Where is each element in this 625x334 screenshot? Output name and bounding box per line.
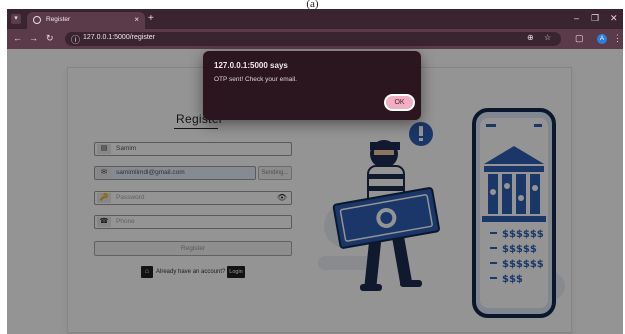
dialog-message: OTP sent! Check your email. xyxy=(214,76,297,83)
alert-dialog: 127.0.0.1:5000 says OTP sent! Check your… xyxy=(203,51,421,120)
globe-icon xyxy=(33,16,41,24)
zoom-icon[interactable]: ⊕ xyxy=(527,33,534,42)
dialog-title: 127.0.0.1:5000 says xyxy=(214,61,288,70)
tab-close-icon[interactable]: × xyxy=(134,15,139,24)
new-tab-button[interactable]: + xyxy=(148,13,154,24)
address-toolbar: ← → ↻ ⓘ 127.0.0.1:5000/register ⊕ ☆ ▢ A … xyxy=(7,29,623,49)
tab-strip: ▾ Register × + – ❐ ✕ xyxy=(7,9,623,29)
back-icon[interactable]: ← xyxy=(13,33,22,43)
ok-button[interactable]: OK xyxy=(384,94,415,111)
profile-avatar[interactable]: A xyxy=(597,34,607,44)
address-bar[interactable]: ⓘ 127.0.0.1:5000/register ⊕ ☆ xyxy=(65,32,561,46)
forward-icon[interactable]: → xyxy=(29,33,38,43)
browser-menu-icon[interactable]: ⋮ xyxy=(613,33,622,44)
reload-icon[interactable]: ↻ xyxy=(46,33,54,44)
minimize-icon[interactable]: – xyxy=(574,13,579,23)
tab-register[interactable]: Register × xyxy=(27,12,145,29)
site-info-icon[interactable]: ⓘ xyxy=(71,33,80,46)
tab-search-menu-icon[interactable]: ▾ xyxy=(11,14,21,24)
close-window-icon[interactable]: ✕ xyxy=(610,13,618,24)
bookmark-star-icon[interactable]: ☆ xyxy=(544,33,551,42)
url-text[interactable]: 127.0.0.1:5000/register xyxy=(83,34,155,41)
tab-title: Register xyxy=(46,16,71,23)
extensions-icon[interactable]: ▢ xyxy=(575,33,584,44)
maximize-icon[interactable]: ❐ xyxy=(591,13,599,24)
